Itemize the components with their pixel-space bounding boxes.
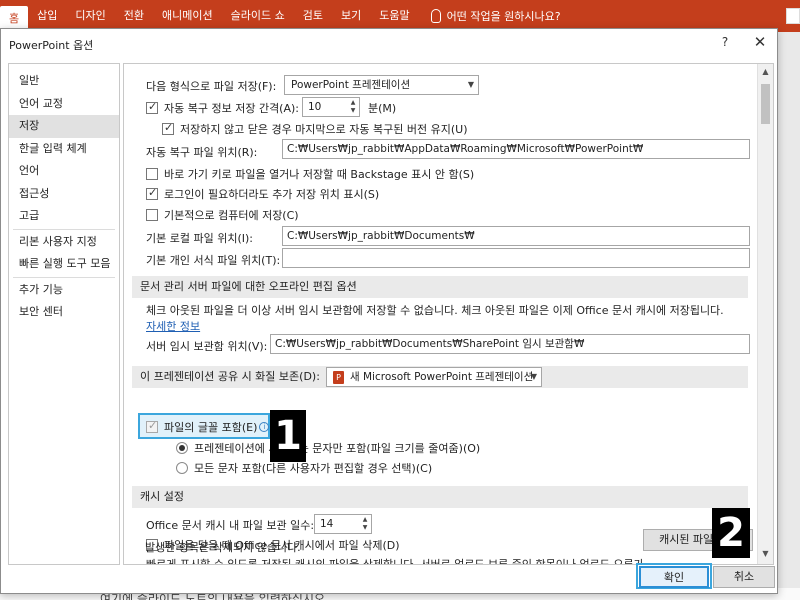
cache-days-value: 14 — [320, 518, 334, 530]
save-format-value: PowerPoint 프레젠테이션 — [291, 79, 411, 91]
signin-label: 로그인이 필요하더라도 추가 저장 위치 표시(S) — [164, 188, 380, 201]
template-location-input[interactable] — [282, 248, 750, 268]
nav-divider — [13, 228, 115, 230]
options-nav: 일반 언어 교정 저장 한글 입력 체계 언어 접근성 고급 리본 사용자 지정… — [8, 63, 120, 565]
lightbulb-icon — [430, 9, 441, 23]
annotation-badge-2: 2 — [712, 508, 750, 558]
fidelity-presentation-value: 새 Microsoft PowerPoint 프레젠테이션 — [350, 371, 534, 383]
stepper-arrows-icon[interactable]: ▲ ▼ — [349, 99, 357, 115]
more-info-link[interactable]: 자세한 정보 — [146, 318, 200, 334]
autorecover-minutes-stepper[interactable]: 10 ▲ ▼ — [302, 97, 360, 117]
autorecover-label: 자동 복구 정보 저장 간격(A): — [164, 102, 299, 115]
fidelity-presentation-select[interactable]: P 새 Microsoft PowerPoint 프레젠테이션 ▼ — [326, 367, 542, 387]
save-to-computer-label: 기본적으로 컴퓨터에 저장(C) — [164, 209, 299, 222]
powerpoint-file-icon: P — [333, 370, 344, 384]
embed-all-chars-radio[interactable] — [176, 462, 188, 474]
stepper-arrows-icon[interactable]: ▲ ▼ — [361, 516, 369, 532]
nav-language[interactable]: 언어 — [9, 160, 119, 183]
signin-row: 로그인이 필요하더라도 추가 저장 위치 표시(S) — [146, 186, 379, 202]
nav-divider — [13, 276, 115, 278]
cache-description-line1: 빠르게 표시할 수 있도록 저장된 캐시의 파일을 삭제합니다. 서버로 업로드… — [146, 558, 644, 565]
save-to-computer-checkbox[interactable] — [146, 209, 158, 221]
drafts-location-label: 서버 임시 보관함 위치(V): — [146, 340, 268, 353]
info-icon: i — [259, 422, 270, 432]
scroll-down-icon[interactable]: ▼ — [760, 549, 771, 561]
format-label: 다음 형식으로 파일 저장(F): — [146, 80, 277, 93]
signin-checkbox[interactable] — [146, 186, 158, 200]
nav-save[interactable]: 저장 — [9, 115, 119, 138]
dialog-title: PowerPoint 옵션 — [9, 39, 94, 52]
nav-quick-access-toolbar[interactable]: 빠른 실행 도구 모음 — [9, 253, 119, 276]
local-location-label: 기본 로컬 파일 위치(I): — [146, 232, 253, 245]
cache-days-stepper[interactable]: 14 ▲ ▼ — [314, 514, 372, 534]
ribbon-right-button[interactable] — [786, 8, 800, 24]
embed-used-chars-row: 프레젠테이션에 사용되는 문자만 포함(파일 크기를 줄여줌)(O) — [176, 440, 480, 456]
embed-fonts-row: 파일의 글꼴 포함(E) i — [146, 419, 270, 435]
cache-days-label: Office 문서 캐시 내 파일 보관 일수: — [146, 519, 315, 532]
embed-fonts-checkbox[interactable] — [146, 419, 158, 433]
tell-me-text: 어떤 작업을 원하시나요? — [446, 10, 561, 23]
keep-last-row: 저장하지 않고 닫은 경우 마지막으로 자동 복구된 버전 유지(U) — [162, 121, 468, 137]
annotation-badge-1: 1 — [270, 410, 306, 462]
tell-me-search[interactable]: 어떤 작업을 원하시나요? — [430, 8, 561, 24]
nav-customize-ribbon[interactable]: 리본 사용자 지정 — [9, 231, 119, 254]
save-to-computer-row: 기본적으로 컴퓨터에 저장(C) — [146, 207, 299, 223]
embed-fonts-label: 파일의 글꼴 포함(E) — [164, 421, 258, 434]
fidelity-header-label: 이 프레젠테이션 공유 시 화질 보존(D): — [140, 370, 320, 383]
offline-editing-header: 문서 관리 서버 파일에 대한 오프라인 편집 옵션 — [132, 276, 748, 298]
close-button[interactable]: ✕ — [751, 33, 769, 51]
keep-last-checkbox[interactable] — [162, 121, 174, 135]
nav-add-ins[interactable]: 추가 기능 — [9, 279, 119, 302]
save-format-select[interactable]: PowerPoint 프레젠테이션 ▼ — [284, 75, 479, 95]
keep-last-label: 저장하지 않고 닫은 경우 마지막으로 자동 복구된 버전 유지(U) — [180, 123, 468, 136]
cache-description-line2: 발생한 항목은 삭제되지 않습니다. — [145, 541, 301, 554]
backstage-checkbox[interactable] — [146, 168, 158, 180]
autorecover-minutes-value: 10 — [308, 101, 322, 113]
background-right — [778, 32, 800, 600]
backstage-row: 바로 가기 키로 파일을 열거나 저장할 때 Backstage 표시 안 함(… — [146, 166, 474, 182]
drafts-location-input[interactable]: C:₩Users₩jp_rabbit₩Documents₩SharePoint … — [270, 334, 750, 354]
nav-trust-center[interactable]: 보안 센터 — [9, 301, 119, 324]
help-button[interactable]: ? — [717, 35, 733, 49]
nav-korean-input[interactable]: 한글 입력 체계 — [9, 138, 119, 161]
more-info-link-text: 자세한 정보 — [146, 320, 201, 333]
offline-description: 체크 아웃된 파일을 더 이상 서버 임시 보관함에 저장할 수 없습니다. 체… — [146, 304, 724, 317]
nav-proofing[interactable]: 언어 교정 — [9, 93, 119, 116]
options-scrollbar[interactable]: ▲ ▼ — [757, 64, 773, 564]
autorecover-row: 자동 복구 정보 저장 간격(A): — [146, 100, 299, 116]
nav-accessibility[interactable]: 접근성 — [9, 183, 119, 206]
local-location-input[interactable]: C:₩Users₩jp_rabbit₩Documents₩ — [282, 226, 750, 246]
autorecover-checkbox[interactable] — [146, 100, 158, 114]
embed-used-chars-radio[interactable] — [176, 442, 188, 454]
scroll-up-icon[interactable]: ▲ — [760, 67, 771, 79]
chevron-down-icon: ▼ — [530, 372, 537, 381]
embed-all-chars-row: 모든 문자 포함(다른 사용자가 편집할 경우 선택)(C) — [176, 460, 432, 476]
nav-advanced[interactable]: 고급 — [9, 205, 119, 228]
minutes-label: 분(M) — [368, 102, 397, 115]
embed-used-chars-label: 프레젠테이션에 사용되는 문자만 포함(파일 크기를 줄여줌)(O) — [194, 442, 481, 455]
autorecover-location-label: 자동 복구 파일 위치(R): — [146, 146, 258, 159]
chevron-down-icon: ▼ — [467, 80, 474, 89]
embed-all-chars-label: 모든 문자 포함(다른 사용자가 편집할 경우 선택)(C) — [194, 462, 433, 475]
ok-button[interactable]: 확인 — [639, 566, 709, 588]
scroll-thumb[interactable] — [761, 84, 770, 124]
options-content: 다음 형식으로 파일 저장(F): PowerPoint 프레젠테이션 ▼ 자동… — [123, 63, 774, 565]
cancel-button[interactable]: 취소 — [713, 566, 775, 588]
nav-general[interactable]: 일반 — [9, 70, 119, 93]
cache-settings-header: 캐시 설정 — [132, 486, 748, 508]
autorecover-location-input[interactable]: C:₩Users₩jp_rabbit₩AppData₩Roaming₩Micro… — [282, 139, 750, 159]
template-location-label: 기본 개인 서식 파일 위치(T): — [146, 254, 281, 267]
powerpoint-options-dialog: PowerPoint 옵션 ? ✕ 일반 언어 교정 저장 한글 입력 체계 언… — [0, 28, 778, 594]
backstage-label: 바로 가기 키로 파일을 열거나 저장할 때 Backstage 표시 안 함(… — [164, 168, 475, 181]
